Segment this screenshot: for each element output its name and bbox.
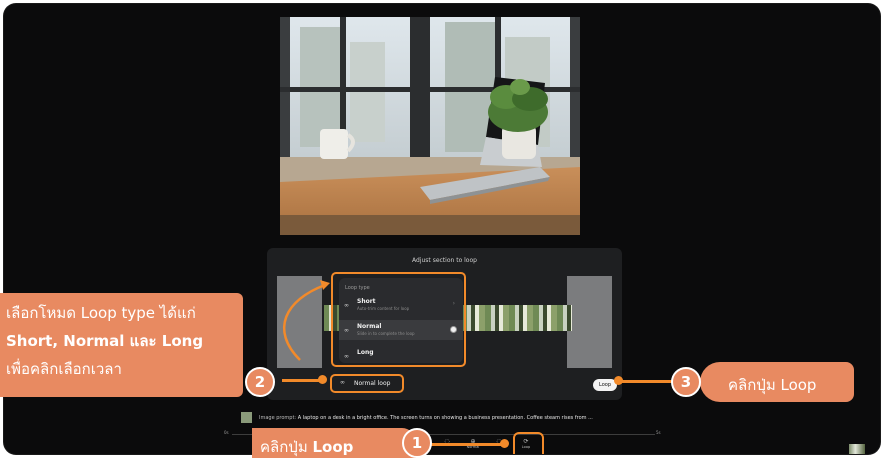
connector-line-1: [430, 443, 505, 446]
step-badge-1: 1: [402, 428, 432, 458]
callout-toolbar-loop: คลิกปุ่ม Loop: [252, 428, 416, 458]
step-badge-3: 3: [671, 367, 701, 397]
callout-text: คลิกปุ่ม Loop: [260, 435, 353, 459]
connector-line-3: [620, 380, 672, 383]
connector-dot-3: [614, 376, 623, 385]
callout-text: คลิกปุ่ม Loop: [728, 376, 817, 394]
connector-line-2: [282, 379, 322, 382]
step-badge-2: 2: [245, 367, 275, 397]
callout-text-bold: Loop: [312, 438, 354, 456]
callout-loop-button: คลิกปุ่ม Loop: [700, 362, 854, 402]
connector-dot-1: [500, 439, 509, 448]
callout-text-normal: คลิกปุ่ม: [260, 438, 313, 456]
connector-dot-2: [318, 375, 327, 384]
